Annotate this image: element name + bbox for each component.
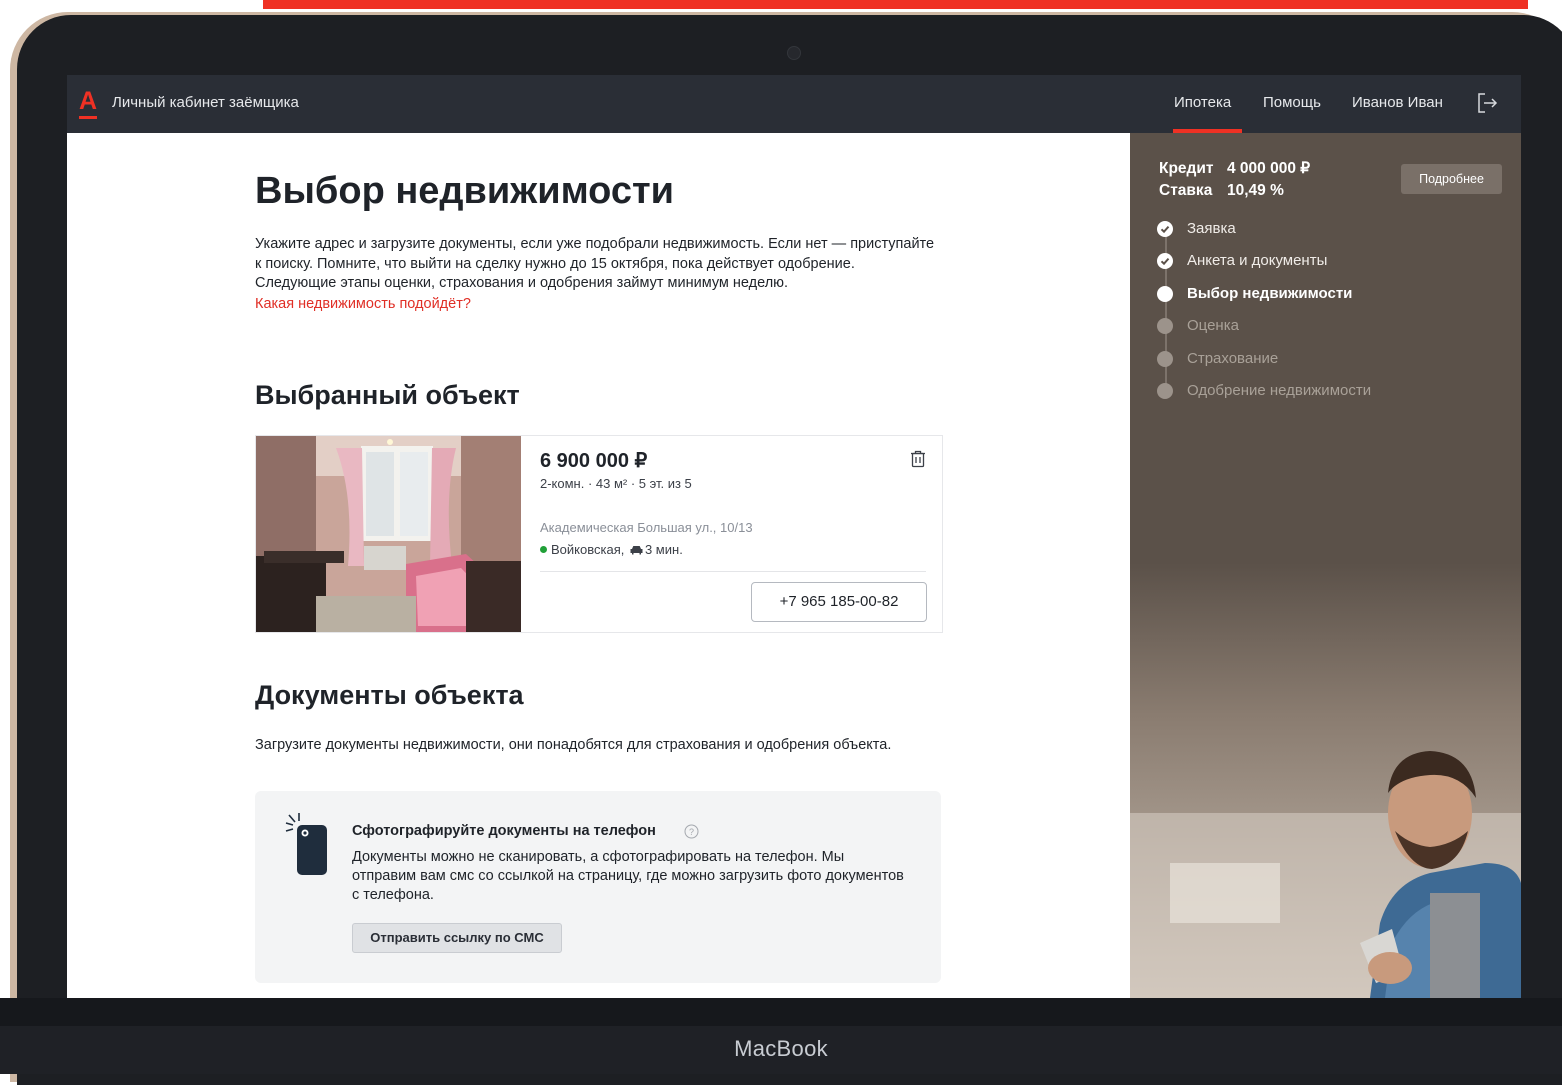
tip-text: Документы можно не сканировать, а сфотог… xyxy=(352,849,904,903)
page-title: Выбор недвижимости xyxy=(255,170,675,212)
trash-icon[interactable] xyxy=(910,450,926,468)
send-sms-link-button[interactable]: Отправить ссылку по СМС xyxy=(352,923,562,953)
property-metro: Войковская, 3 мин. xyxy=(540,542,683,557)
step-dot-icon xyxy=(1157,383,1173,399)
camera-dot xyxy=(787,46,801,60)
tip-title: Сфотографируйте документы на телефон xyxy=(352,823,656,839)
step-label: Заявка xyxy=(1187,220,1236,237)
alfa-logo[interactable]: А xyxy=(78,88,98,120)
help-icon[interactable]: ? xyxy=(684,824,699,839)
step-label: Страхование xyxy=(1187,349,1279,367)
phone-photo-tip: Сфотографируйте документы на телефон ? Д… xyxy=(255,791,941,983)
rate-label: Ставка xyxy=(1159,182,1213,199)
credit-value: 4 000 000 ₽ xyxy=(1227,160,1311,177)
metro-station: Войковская, xyxy=(551,542,625,557)
step-dot-icon xyxy=(1157,350,1173,367)
phone-button[interactable]: +7 965 185-00-82 xyxy=(751,582,927,622)
top-navbar: А Личный кабинет заёмщика Ипотека Помощь… xyxy=(67,75,1521,133)
app-screen: А Личный кабинет заёмщика Ипотека Помощь… xyxy=(67,75,1521,998)
selected-object-heading: Выбранный объект xyxy=(255,380,520,410)
logo-letter: А xyxy=(78,87,98,115)
property-card[interactable]: 6 900 000 ₽ 2-комн. · 43 м² · 5 эт. из 5… xyxy=(255,435,943,633)
phone-camera-icon xyxy=(285,813,327,875)
details-button[interactable]: Подробнее xyxy=(1401,164,1502,194)
step-label: Выбор недвижимости xyxy=(1187,284,1353,302)
nav-link-help[interactable]: Помощь xyxy=(1263,94,1321,111)
car-icon xyxy=(630,546,643,555)
logout-icon[interactable] xyxy=(1475,91,1499,115)
rate-row: Ставка 10,49 % xyxy=(1159,182,1284,200)
sidebar-photo xyxy=(1130,563,1521,998)
credit-amount-row: Кредит 4 000 000 ₽ xyxy=(1159,159,1310,178)
metro-line-dot xyxy=(540,546,547,553)
logo-underline xyxy=(79,116,97,119)
property-photo xyxy=(256,436,521,632)
step-dot-icon xyxy=(1157,285,1173,302)
top-accent-bar xyxy=(263,0,1528,9)
step-label: Анкета и документы xyxy=(1187,252,1328,270)
travel-time: 3 мин. xyxy=(644,542,683,557)
nav-link-mortgage[interactable]: Ипотека xyxy=(1174,94,1231,111)
step-check-icon xyxy=(1157,253,1173,270)
step-dot-icon xyxy=(1157,318,1173,335)
credit-label: Кредит xyxy=(1159,160,1214,177)
property-address: Академическая Большая ул., 10/13 xyxy=(540,520,753,535)
documents-text: Загрузите документы недвижимости, они по… xyxy=(255,737,892,753)
nav-link-user[interactable]: Иванов Иван xyxy=(1352,94,1443,111)
intro-text: Укажите адрес и загрузите документы, есл… xyxy=(255,236,935,291)
property-price: 6 900 000 ₽ xyxy=(540,450,648,472)
step-label: Одобрение недвижимости xyxy=(1187,382,1372,399)
property-specs: 2-комн. · 43 м² · 5 эт. из 5 xyxy=(540,476,692,491)
rate-value: 10,49 % xyxy=(1227,182,1284,199)
mortgage-sidebar: Кредит 4 000 000 ₽ Ставка 10,49 % Подробне… xyxy=(1130,133,1521,998)
step-label: Оценка xyxy=(1187,317,1239,335)
object-documents-heading: Документы объекта xyxy=(255,680,524,710)
card-divider xyxy=(540,571,926,572)
nav-title: Личный кабинет заёмщика xyxy=(112,94,299,111)
device-label: MacBook xyxy=(734,1036,828,1061)
suitable-property-link[interactable]: Какая недвижимость подойдёт? xyxy=(255,296,471,312)
step-check-icon xyxy=(1157,221,1173,237)
svg-text:?: ? xyxy=(689,827,694,837)
